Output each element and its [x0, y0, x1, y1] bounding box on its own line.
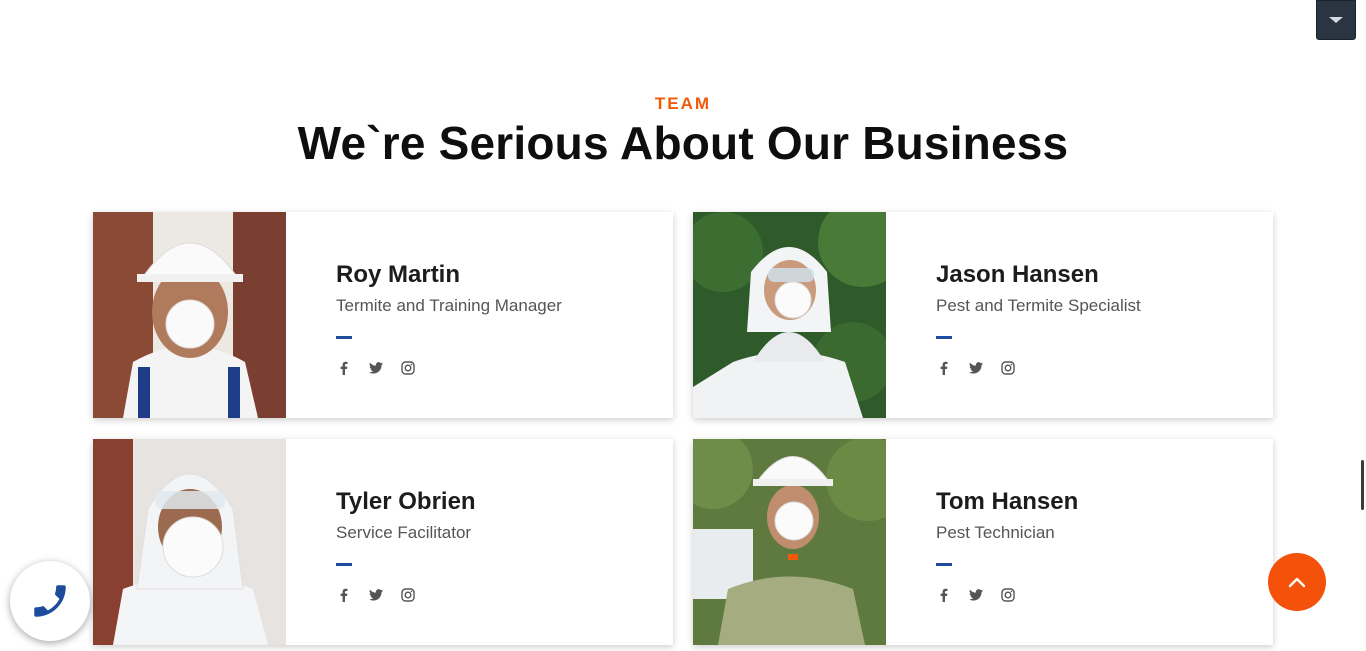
twitter-icon[interactable]	[968, 360, 983, 375]
accent-divider	[936, 563, 952, 566]
caret-down-icon	[1329, 17, 1343, 23]
section-title: We`re Serious About Our Business	[297, 117, 1069, 169]
instagram-icon[interactable]	[400, 587, 415, 602]
social-links	[336, 587, 653, 602]
chevron-up-icon	[1288, 577, 1306, 588]
member-role: Pest and Termite Specialist	[936, 296, 1141, 315]
back-to-top-button[interactable]	[1268, 553, 1326, 611]
accent-divider	[336, 563, 352, 566]
facebook-icon[interactable]	[936, 587, 951, 602]
team-card-tyler-obrien: Tyler Obrien Service Facilitator	[93, 439, 673, 645]
social-links	[336, 360, 653, 375]
twitter-icon[interactable]	[368, 360, 383, 375]
dropdown-toggle-button[interactable]	[1316, 0, 1356, 40]
member-name: Tyler Obrien	[336, 488, 476, 515]
facebook-icon[interactable]	[336, 587, 351, 602]
social-links	[936, 587, 1253, 602]
facebook-icon[interactable]	[336, 360, 351, 375]
twitter-icon[interactable]	[368, 587, 383, 602]
team-photo	[93, 439, 286, 645]
team-section-page: TEAM We`re Serious About Our Business Ro…	[0, 0, 1366, 651]
team-card-roy-martin: Roy Martin Termite and Training Manager	[93, 212, 673, 418]
phone-icon	[34, 585, 66, 617]
instagram-icon[interactable]	[400, 360, 415, 375]
member-role: Termite and Training Manager	[336, 296, 562, 315]
section-eyebrow: TEAM	[654, 94, 712, 113]
accent-divider	[936, 336, 952, 339]
member-role: Service Facilitator	[336, 523, 472, 542]
social-links	[936, 360, 1253, 375]
instagram-icon[interactable]	[1000, 587, 1015, 602]
member-role: Pest Technician	[936, 523, 1055, 542]
team-photo	[93, 212, 286, 418]
member-name: Jason Hansen	[936, 261, 1099, 288]
member-name: Roy Martin	[336, 261, 461, 288]
team-photo	[693, 212, 886, 418]
instagram-icon[interactable]	[1000, 360, 1015, 375]
call-button[interactable]	[10, 561, 90, 641]
member-name: Tom Hansen	[936, 488, 1079, 515]
twitter-icon[interactable]	[968, 587, 983, 602]
team-photo	[693, 439, 886, 645]
team-card-tom-hansen: Tom Hansen Pest Technician	[693, 439, 1273, 645]
team-card-jason-hansen: Jason Hansen Pest and Termite Specialist	[693, 212, 1273, 418]
scrollbar-thumb[interactable]	[1361, 460, 1364, 510]
accent-divider	[336, 336, 352, 339]
facebook-icon[interactable]	[936, 360, 951, 375]
